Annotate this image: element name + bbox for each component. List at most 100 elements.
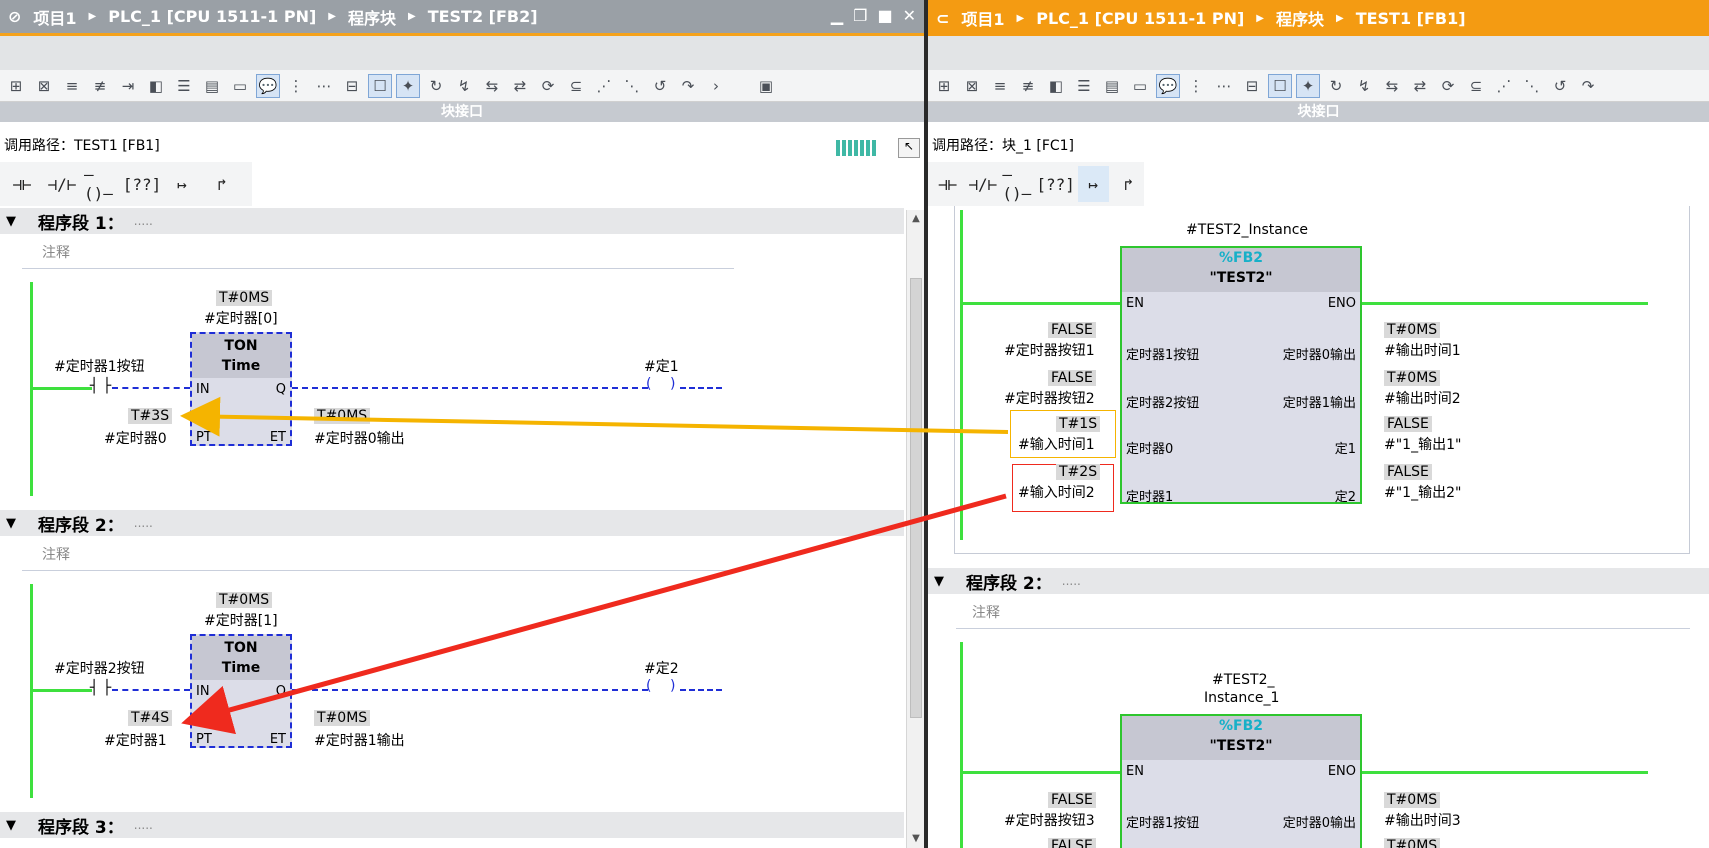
output-1-operand[interactable]: #输出时间3: [1384, 810, 1461, 830]
input-2-operand[interactable]: #定时器按钮2: [1004, 388, 1095, 408]
network-2-header[interactable]: ▼ 程序段 2： .....: [0, 510, 904, 536]
redo-icon[interactable]: ↷: [1576, 74, 1600, 98]
insert-row-icon[interactable]: ≡: [60, 74, 84, 98]
call-hierarchy-icon[interactable]: ⊆: [1464, 74, 1488, 98]
no-contact-icon[interactable]: ⊣⊢: [932, 166, 963, 202]
pt-operand[interactable]: #定时器0: [104, 428, 167, 448]
scroll-up-icon[interactable]: ▲: [907, 210, 924, 228]
network-2-header[interactable]: ▼ 程序段 2： .....: [928, 568, 1709, 594]
coil-icon[interactable]: –()–: [84, 165, 120, 203]
input-4-operand[interactable]: #输入时间2: [1018, 482, 1095, 502]
et-operand[interactable]: #定时器1输出: [314, 730, 405, 750]
vertical-scrollbar[interactable]: ▲ ▼: [906, 210, 924, 848]
pt-operand[interactable]: #定时器1: [104, 730, 167, 750]
coil-symbol[interactable]: (: [646, 678, 651, 694]
insert-network-icon[interactable]: ⊞: [4, 74, 28, 98]
scroll-down-icon[interactable]: ▼: [907, 830, 924, 848]
favorites-icon[interactable]: ⋯: [312, 74, 336, 98]
layout-icon[interactable]: ▣: [754, 74, 778, 98]
breadcrumb-program-blocks[interactable]: 程序块: [348, 5, 396, 29]
timer-instance[interactable]: #定时器[1]: [204, 610, 278, 630]
compare-icon[interactable]: ↯: [452, 74, 476, 98]
close-all-icon[interactable]: ▭: [228, 74, 252, 98]
network-1-header[interactable]: ▼ 程序段 1： .....: [0, 208, 904, 234]
empty-box-icon[interactable]: [??]: [1036, 166, 1075, 202]
empty-box-icon[interactable]: [??]: [123, 166, 162, 202]
download-icon[interactable]: ↻: [424, 74, 448, 98]
pin-icon[interactable]: ⊂: [936, 9, 949, 28]
download-icon[interactable]: ↻: [1324, 74, 1348, 98]
tree-icon[interactable]: ⋱: [1520, 74, 1544, 98]
breadcrumb-block[interactable]: TEST2 [FB2]: [428, 7, 538, 26]
favorites-icon[interactable]: ⋯: [1212, 74, 1236, 98]
coil-operand[interactable]: #定2: [644, 658, 679, 678]
breadcrumb-plc[interactable]: PLC_1 [CPU 1511-1 PN]: [108, 7, 316, 26]
monitor-icon[interactable]: ◧: [1044, 74, 1068, 98]
block-interface-bar[interactable]: 块接口: [0, 102, 924, 122]
close-branch-icon[interactable]: ↱: [1113, 166, 1144, 202]
timer-instance[interactable]: #定时器[0]: [204, 308, 278, 328]
output-3-operand[interactable]: #"1_输出1": [1384, 434, 1461, 454]
input-1-operand[interactable]: #定时器按钮1: [1004, 340, 1095, 360]
coil-symbol[interactable]: ): [670, 376, 675, 392]
collapse-icon[interactable]: ▼: [6, 818, 16, 833]
network-3-header[interactable]: ▼ 程序段 3： .....: [0, 812, 904, 838]
go-offline-icon[interactable]: ⇄: [1408, 74, 1432, 98]
insert-network-icon[interactable]: ⊞: [932, 74, 956, 98]
symbol-info-icon[interactable]: ⊟: [1240, 74, 1264, 98]
open-all-icon[interactable]: ▤: [1100, 74, 1124, 98]
pin-icon[interactable]: ⊘: [8, 7, 21, 26]
scroll-thumb[interactable]: [910, 278, 922, 718]
restore-icon[interactable]: ❐: [853, 6, 867, 25]
comment-icon[interactable]: 💬: [1156, 73, 1180, 98]
breadcrumb-block[interactable]: TEST1 [FB1]: [1356, 9, 1466, 28]
monitor-icon[interactable]: ◧: [144, 74, 168, 98]
output-1-operand[interactable]: #输出时间1: [1384, 340, 1461, 360]
monitor-on-icon[interactable]: ⟳: [1436, 74, 1460, 98]
refresh-icon[interactable]: ↺: [1548, 74, 1572, 98]
delete-network-icon[interactable]: ⊠: [960, 74, 984, 98]
close-branch-icon[interactable]: ↱: [204, 166, 240, 202]
fb-instance[interactable]: #TEST2_Instance: [1186, 222, 1308, 238]
compare-icon[interactable]: ↯: [1352, 74, 1376, 98]
breadcrumb-program-blocks[interactable]: 程序块: [1276, 6, 1324, 30]
nc-contact-icon[interactable]: ⊣/⊢: [44, 166, 80, 202]
nc-contact-icon[interactable]: ⊣/⊢: [967, 166, 998, 202]
list-icon[interactable]: ⋰: [592, 74, 616, 98]
open-branch-icon[interactable]: ↦: [164, 166, 200, 202]
breadcrumb-project[interactable]: 项目1: [33, 5, 76, 29]
input-3-operand[interactable]: #输入时间1: [1018, 434, 1095, 454]
go-online-icon[interactable]: ⇆: [1380, 74, 1404, 98]
star-icon[interactable]: ✦: [1296, 73, 1320, 98]
delete-row-icon[interactable]: ≢: [1016, 74, 1040, 98]
contact-operand[interactable]: #定时器1按钮: [54, 356, 145, 376]
symbol-info-icon[interactable]: ⊟: [340, 74, 364, 98]
close-all-icon[interactable]: ▭: [1128, 74, 1152, 98]
list-icon[interactable]: ⋰: [1492, 74, 1516, 98]
ton-block[interactable]: TON Time IN Q PT ET: [190, 634, 292, 748]
align-left-icon[interactable]: ☰: [1072, 74, 1096, 98]
comment-icon[interactable]: 💬: [256, 73, 280, 98]
display-favorites-icon[interactable]: ☐: [1268, 73, 1292, 98]
delete-network-icon[interactable]: ⊠: [32, 74, 56, 98]
output-4-operand[interactable]: #"1_输出2": [1384, 482, 1461, 502]
coil-operand[interactable]: #定1: [644, 356, 679, 376]
insert-row-icon[interactable]: ≡: [988, 74, 1012, 98]
coil-symbol[interactable]: (: [646, 376, 651, 392]
contact-symbol[interactable]: ┤ ├: [90, 378, 111, 394]
absolute-operand-icon[interactable]: ⋮: [1184, 74, 1208, 98]
fb-call-block[interactable]: %FB2 "TEST2" EN ENO 定时器1按钮 定时器2按钮 定时器0 定…: [1120, 246, 1362, 505]
et-operand[interactable]: #定时器0输出: [314, 428, 405, 448]
delete-row-icon[interactable]: ≢: [88, 74, 112, 98]
goto-icon[interactable]: ⇥: [116, 74, 140, 98]
contact-operand[interactable]: #定时器2按钮: [54, 658, 145, 678]
block-interface-bar[interactable]: 块接口: [928, 102, 1709, 122]
minimize-icon[interactable]: ▁: [831, 6, 843, 25]
cursor-icon[interactable]: ↖: [898, 138, 920, 158]
fb-call-block[interactable]: %FB2 "TEST2" EN ENO 定时器1按钮 定时器0输出: [1120, 714, 1362, 848]
ton-block[interactable]: TON Time IN Q PT ET: [190, 332, 292, 446]
tree-icon[interactable]: ⋱: [620, 74, 644, 98]
collapse-icon[interactable]: ▼: [934, 574, 944, 589]
no-contact-icon[interactable]: ⊣⊢: [4, 166, 40, 202]
fb-instance[interactable]: Instance_1: [1204, 690, 1279, 706]
